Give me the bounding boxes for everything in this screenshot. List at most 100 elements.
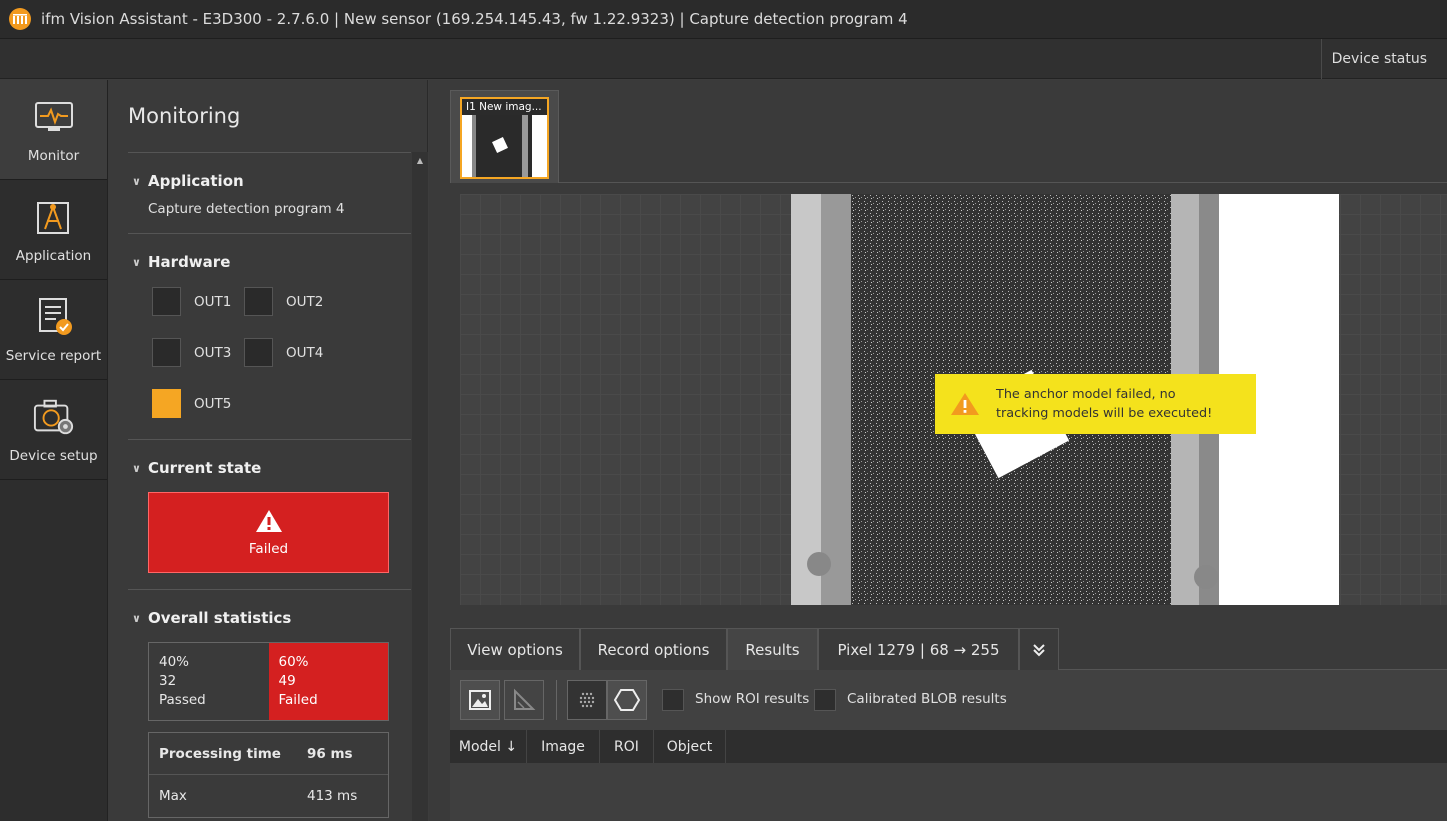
device-status-button[interactable]: Device status	[1320, 39, 1437, 79]
camera-gear-icon	[33, 396, 75, 438]
processing-time-row: Processing time 96 ms	[149, 733, 388, 775]
show-roi-results-checkbox[interactable]	[662, 689, 684, 711]
chevron-down-icon: ∨	[132, 174, 141, 188]
blob-dots-icon	[579, 692, 595, 708]
failed-count: 49	[278, 673, 296, 689]
application-heading: Application	[148, 172, 244, 190]
overall-statistics-heading: Overall statistics	[148, 609, 292, 627]
hardware-row: OUT3 OUT4	[128, 327, 411, 378]
show-roi-results-label: Show ROI results	[695, 691, 810, 707]
report-icon	[33, 296, 75, 338]
out5-indicator	[152, 389, 181, 418]
current-state-value: Failed	[248, 540, 289, 557]
hardware-section: ∨ Hardware OUT1 OUT2 OUT3 OUT4 OUT5	[128, 233, 411, 439]
monitoring-scroll-area[interactable]: ∨ Application Capture detection program …	[128, 152, 411, 821]
image-tab-i1[interactable]: I1 New imag...	[450, 90, 559, 183]
results-grid-header: Model ↓ Image ROI Object	[450, 730, 1447, 763]
column-header-object[interactable]: Object	[654, 730, 726, 763]
nav-service-report[interactable]: Service report	[0, 280, 107, 380]
measure-tool-button[interactable]	[504, 680, 544, 720]
ifm-logo-icon	[9, 8, 31, 30]
current-state-section: ∨ Current state Failed	[128, 439, 411, 589]
panel-scrollbar[interactable]	[412, 152, 428, 821]
tab-results[interactable]: Results	[727, 628, 818, 670]
hardware-row: OUT1 OUT2	[128, 276, 411, 327]
image-tab-label: I1 New imag...	[462, 99, 547, 115]
out5-label: OUT5	[194, 395, 232, 412]
window-title: ifm Vision Assistant - E3D300 - 2.7.6.0 …	[41, 10, 908, 28]
top-toolbar: Device status	[0, 39, 1447, 79]
panel-title: Monitoring	[128, 104, 241, 128]
current-state-section-header[interactable]: ∨ Current state	[128, 454, 411, 482]
hardware-heading: Hardware	[148, 253, 231, 271]
compass-icon	[33, 196, 75, 238]
failed-stats: 60% 49 Failed	[268, 643, 388, 720]
nav-application[interactable]: Application	[0, 180, 107, 280]
ruler-icon	[514, 688, 536, 710]
blob-view-button[interactable]	[567, 680, 607, 720]
out4-indicator	[244, 338, 273, 367]
calibrated-blob-results-checkbox[interactable]	[814, 689, 836, 711]
results-toolbar: Show ROI results Calibrated BLOB results	[450, 670, 1447, 730]
chevron-down-icon: ∨	[132, 255, 141, 269]
warning-message: The anchor model failed, no tracking mod…	[935, 374, 1256, 434]
overall-statistics-section-header[interactable]: ∨ Overall statistics	[128, 604, 411, 632]
monitoring-panel: Monitoring ∨ Application Capture detecti…	[108, 80, 428, 821]
failed-label: Failed	[278, 692, 318, 708]
warning-triangle-icon	[255, 509, 282, 532]
statistics-summary: 40% 32 Passed 60% 49 Failed	[148, 642, 389, 721]
out3-indicator	[152, 338, 181, 367]
scroll-up-arrow-icon[interactable]: ▲	[412, 152, 428, 168]
column-header-model[interactable]: Model ↓	[450, 730, 527, 763]
image-thumbnail[interactable]: I1 New imag...	[460, 97, 549, 179]
processing-time-table: Processing time 96 ms Max 413 ms	[148, 732, 389, 818]
pixel-readout: Pixel 1279 | 68 → 255	[818, 628, 1019, 670]
column-header-image[interactable]: Image	[527, 730, 600, 763]
failed-percent: 60%	[278, 654, 309, 670]
image-view-button[interactable]	[460, 680, 500, 720]
monitor-icon	[33, 96, 75, 138]
chevron-down-icon: ∨	[132, 611, 141, 625]
calibrated-blob-results-label: Calibrated BLOB results	[847, 691, 1007, 707]
main-area: I1 New imag... The anchor model failed, …	[429, 80, 1447, 821]
out1-label: OUT1	[194, 293, 232, 310]
image-tabstrip: I1 New imag...	[450, 90, 1447, 183]
hardware-row: OUT5	[128, 378, 411, 429]
tab-record-options[interactable]: Record options	[580, 628, 727, 670]
nav-monitor[interactable]: Monitor	[0, 80, 107, 180]
out1-indicator	[152, 287, 181, 316]
current-state-badge: Failed	[148, 492, 389, 573]
warning-icon	[951, 393, 979, 415]
tab-view-options[interactable]: View options	[450, 628, 580, 670]
nav-monitor-label: Monitor	[27, 148, 80, 164]
passed-count: 32	[159, 673, 177, 689]
image-icon	[469, 690, 491, 710]
chevron-down-icon: ∨	[132, 461, 141, 475]
image-viewer[interactable]: The anchor model failed, no tracking mod…	[460, 194, 1447, 605]
passed-label: Passed	[159, 692, 206, 708]
application-section-header[interactable]: ∨ Application	[128, 167, 411, 195]
warning-text: The anchor model failed, no tracking mod…	[996, 387, 1213, 421]
application-name: Capture detection program 4	[148, 201, 345, 217]
left-navigation: Monitor Application Service report Devic…	[0, 80, 108, 821]
max-value: 413 ms	[307, 788, 358, 804]
max-time-row: Max 413 ms	[149, 775, 388, 817]
expand-chevron-icon[interactable]	[1019, 628, 1059, 670]
bottom-tab-bar: View options Record options Results Pixe…	[450, 628, 1447, 670]
title-bar: ifm Vision Assistant - E3D300 - 2.7.6.0 …	[0, 0, 1447, 39]
application-section: ∨ Application Capture detection program …	[128, 152, 411, 233]
processing-time-value: 96 ms	[307, 745, 353, 762]
toolbar-divider	[556, 680, 557, 720]
nav-application-label: Application	[15, 248, 92, 264]
out3-label: OUT3	[194, 344, 232, 361]
results-grid-body	[450, 763, 1447, 821]
hardware-section-header[interactable]: ∨ Hardware	[128, 248, 411, 276]
out2-label: OUT2	[286, 293, 324, 310]
contour-view-button[interactable]	[607, 680, 647, 720]
nav-device-setup-label: Device setup	[9, 448, 98, 464]
processing-time-label: Processing time	[159, 745, 281, 762]
overall-statistics-section: ∨ Overall statistics 40% 32 Passed 60% 4…	[128, 589, 411, 818]
column-header-roi[interactable]: ROI	[600, 730, 654, 763]
hexagon-icon	[614, 689, 640, 711]
nav-device-setup[interactable]: Device setup	[0, 380, 107, 480]
